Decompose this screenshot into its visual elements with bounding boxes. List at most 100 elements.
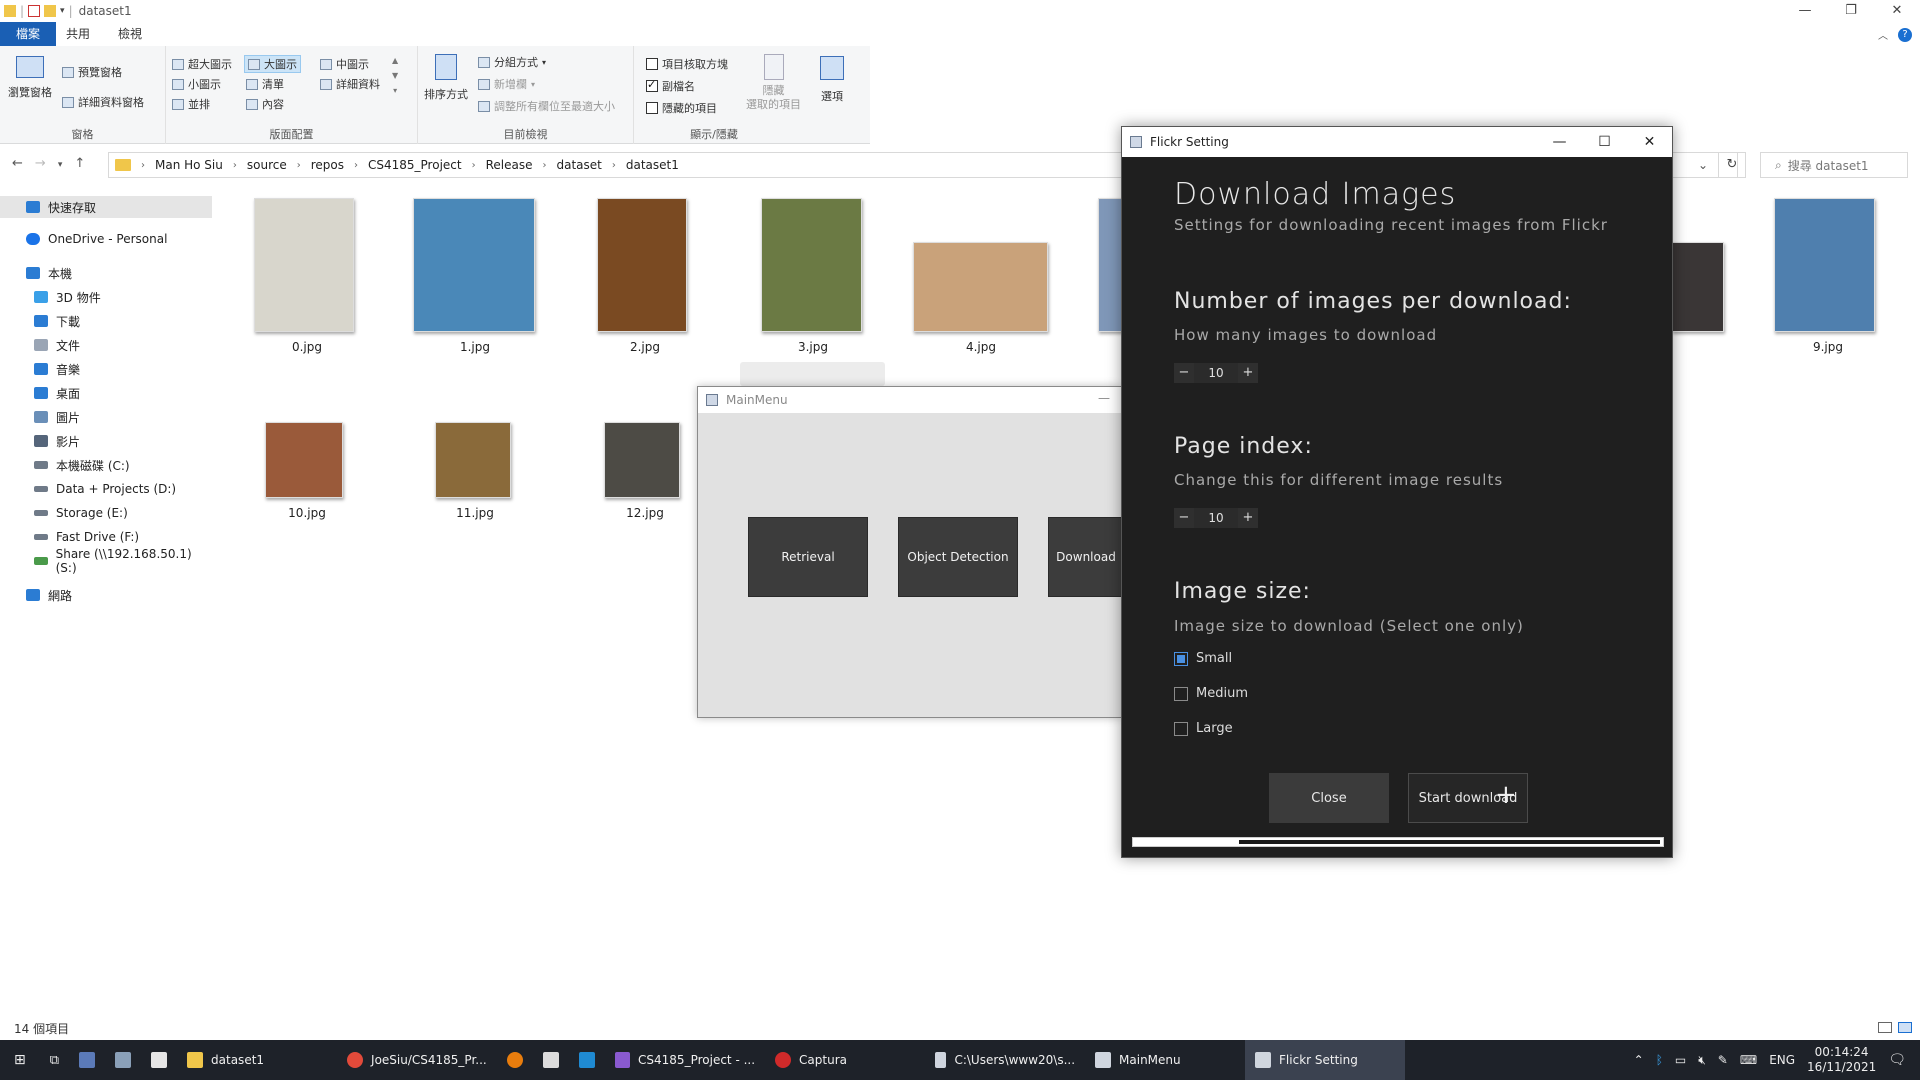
nav-item-network[interactable]: 網路 <box>0 584 212 606</box>
search-input[interactable]: ⌕ 搜尋 dataset1 <box>1760 152 1908 178</box>
size-option-small[interactable]: Small <box>1174 651 1232 666</box>
tab-share[interactable]: 共用 <box>52 22 104 46</box>
nav-item-drive-c[interactable]: 本機磁碟 (C:) <box>0 454 212 476</box>
pinned-app-button[interactable] <box>105 1040 141 1080</box>
size-option-large[interactable]: Large <box>1174 721 1233 736</box>
nav-item-drive-f[interactable]: Fast Drive (F:) <box>0 526 212 548</box>
layout-extra-large[interactable]: 超大圖示 <box>172 56 232 72</box>
pen-icon[interactable]: ✎ <box>1718 1053 1728 1067</box>
calculator-button[interactable] <box>69 1040 105 1080</box>
taskbar-item-mainmenu[interactable]: MainMenu <box>1085 1040 1245 1080</box>
clock[interactable]: 00:14:24 16/11/2021 <box>1807 1045 1876 1075</box>
back-icon[interactable]: ← <box>12 156 23 174</box>
chevron-right-icon[interactable]: › <box>472 160 476 171</box>
help-icon[interactable]: ? <box>1898 27 1912 42</box>
layout-list[interactable]: 清單 <box>246 76 284 92</box>
task-view-button[interactable]: ⧉ <box>40 1040 69 1080</box>
taskbar-item-visual-studio[interactable]: CS4185_Project - ... <box>605 1040 765 1080</box>
notepad-button[interactable] <box>141 1040 177 1080</box>
chevron-right-icon[interactable]: › <box>297 160 301 171</box>
refresh-icon[interactable]: ↻ <box>1718 152 1746 178</box>
breadcrumb-item[interactable]: repos <box>311 158 344 172</box>
thumbnail-0[interactable] <box>254 198 354 332</box>
thumbnail-2[interactable] <box>597 198 687 332</box>
chevron-down-icon[interactable]: ▾ <box>60 6 65 16</box>
increment-button[interactable]: + <box>1238 508 1258 528</box>
file-name[interactable]: 2.jpg <box>585 340 705 354</box>
checkbox-large[interactable] <box>1174 721 1188 736</box>
vscode-button[interactable] <box>569 1040 605 1080</box>
add-columns-button[interactable]: 新增欄 ▾ <box>478 76 535 92</box>
chevron-right-icon[interactable]: › <box>233 160 237 171</box>
minimize-button[interactable]: — <box>1537 127 1582 157</box>
close-dialog-button[interactable]: Close <box>1269 773 1389 823</box>
minimize-button[interactable]: — <box>1098 391 1110 405</box>
chevron-down-icon[interactable]: ⌄ <box>1692 152 1714 178</box>
layout-scroll[interactable]: ▲ ▼ ▾ <box>392 56 398 95</box>
file-name[interactable]: 10.jpg <box>247 506 367 520</box>
file-name[interactable]: 11.jpg <box>415 506 535 520</box>
nav-item-drive-d[interactable]: Data + Projects (D:) <box>0 478 212 500</box>
chevron-right-icon[interactable]: › <box>612 160 616 171</box>
new-folder-icon[interactable] <box>44 5 57 17</box>
increment-button[interactable]: + <box>1238 363 1258 383</box>
keyboard-icon[interactable]: ⌨ <box>1740 1053 1757 1067</box>
forward-icon[interactable]: → <box>35 156 46 174</box>
taskbar-item-explorer[interactable]: dataset1 <box>177 1040 337 1080</box>
thumbnail-3[interactable] <box>761 198 862 332</box>
file-name[interactable]: 12.jpg <box>585 506 705 520</box>
close-button[interactable]: ✕ <box>1627 127 1672 157</box>
checkbox[interactable] <box>646 58 658 70</box>
nav-item-pictures[interactable]: 圖片 <box>0 406 212 428</box>
details-view-icon[interactable] <box>1878 1022 1892 1033</box>
thumbnail-12[interactable] <box>604 422 680 498</box>
thumbnail-8[interactable] <box>1672 242 1724 332</box>
file-name[interactable]: 0.jpg <box>247 340 367 354</box>
size-option-medium[interactable]: Medium <box>1174 686 1248 701</box>
taskbar-item-terminal[interactable]: C:\Users\www20\s... <box>925 1040 1085 1080</box>
checkbox-medium[interactable] <box>1174 686 1188 701</box>
checkbox[interactable] <box>646 102 658 114</box>
thumbnail-9[interactable] <box>1774 198 1875 332</box>
nav-item-3d-objects[interactable]: 3D 物件 <box>0 286 212 308</box>
breadcrumb-item[interactable]: Release <box>486 158 533 172</box>
file-name[interactable]: 1.jpg <box>415 340 535 354</box>
breadcrumb-item[interactable]: Man Ho Siu <box>155 158 223 172</box>
start-button[interactable]: ⊞ <box>0 1040 40 1080</box>
chevron-right-icon[interactable]: › <box>542 160 546 171</box>
breadcrumb-item[interactable]: source <box>247 158 287 172</box>
file-name[interactable]: 9.jpg <box>1768 340 1888 354</box>
blender-button[interactable] <box>497 1040 533 1080</box>
file-extensions-toggle[interactable]: 副檔名 <box>646 78 695 94</box>
breadcrumb-item[interactable]: dataset1 <box>626 158 679 172</box>
maximize-button[interactable]: ❐ <box>1828 0 1874 22</box>
nav-item-quick-access[interactable]: 快速存取 <box>0 196 212 218</box>
layout-medium[interactable]: 中圖示 <box>320 56 369 72</box>
hidden-items-toggle[interactable]: 隱藏的項目 <box>646 100 717 116</box>
decrement-button[interactable]: − <box>1174 363 1194 383</box>
nav-item-drive-e[interactable]: Storage (E:) <box>0 502 212 524</box>
nav-pane-button[interactable]: 瀏覽窗格 <box>8 56 52 100</box>
taskbar-item-captura[interactable]: Captura <box>765 1040 925 1080</box>
checkbox[interactable] <box>646 78 658 92</box>
notifications-icon[interactable]: 🗨︎ <box>1888 1052 1906 1068</box>
layout-details[interactable]: 詳細資料 <box>320 76 380 92</box>
nav-item-onedrive[interactable]: OneDrive - Personal <box>0 228 212 250</box>
breadcrumb-item[interactable]: dataset <box>556 158 601 172</box>
sort-by-button[interactable]: 排序方式 <box>424 54 468 102</box>
download-button[interactable]: Download <box>1048 517 1123 597</box>
nav-item-desktop[interactable]: 桌面 <box>0 382 212 404</box>
language-indicator[interactable]: ENG <box>1769 1053 1795 1067</box>
minimize-button[interactable]: — <box>1782 0 1828 22</box>
item-checkboxes-toggle[interactable]: 項目核取方塊 <box>646 56 728 72</box>
layout-content[interactable]: 內容 <box>246 96 284 112</box>
volume-muted-icon[interactable]: 🔇︎ <box>1698 1053 1706 1068</box>
nav-item-this-pc[interactable]: 本機 <box>0 262 212 284</box>
large-icons-view-icon[interactable] <box>1898 1022 1912 1033</box>
hide-selected-button[interactable]: 隱藏 選取的項目 <box>746 54 801 112</box>
tab-view[interactable]: 檢視 <box>104 22 156 46</box>
file-name[interactable]: 4.jpg <box>921 340 1041 354</box>
preview-pane-button[interactable]: 預覽窗格 <box>62 64 122 80</box>
collapse-ribbon-icon[interactable]: ︿ <box>1878 27 1888 42</box>
close-button[interactable]: ✕ <box>1874 0 1920 22</box>
